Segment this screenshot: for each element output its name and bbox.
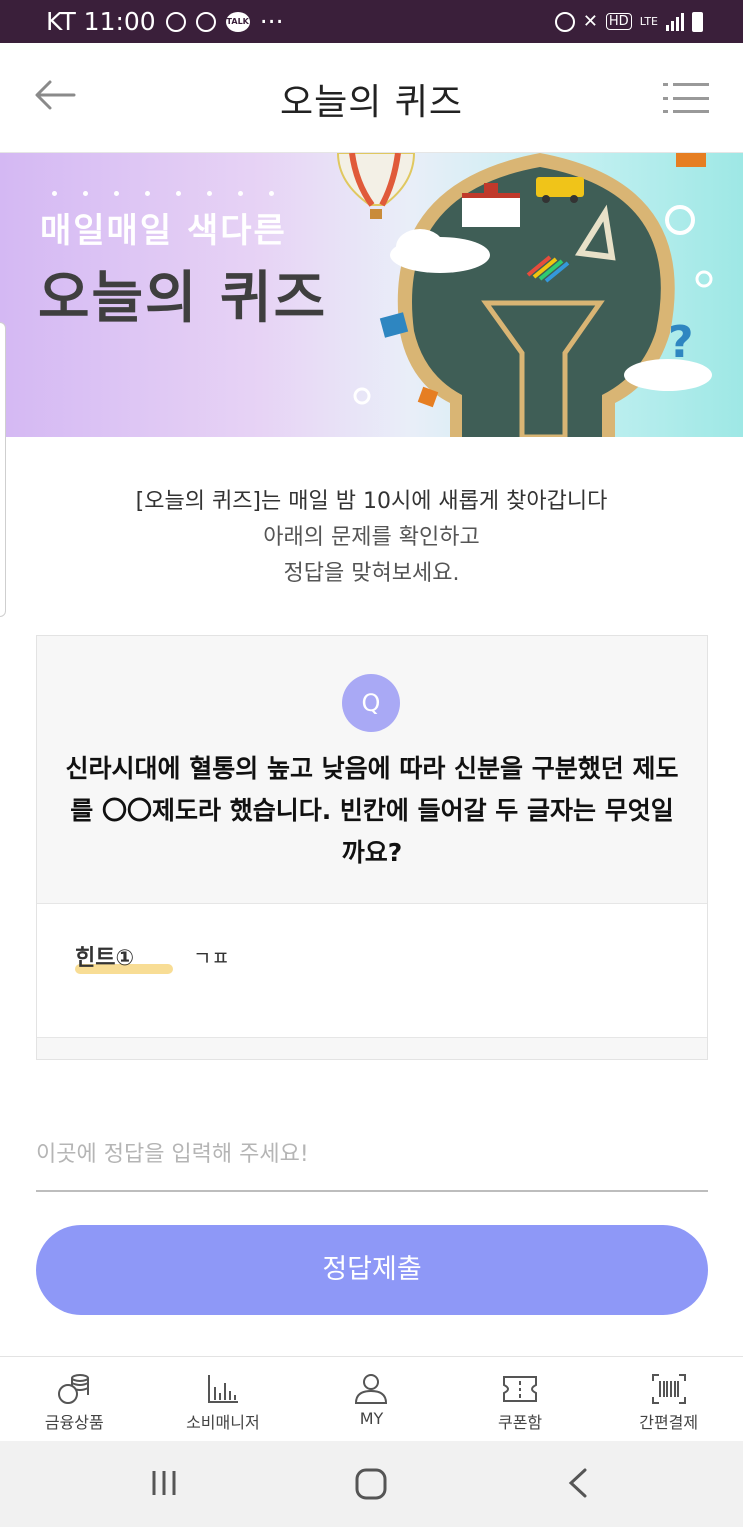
nav-label-spending-manager: 소비매니저 bbox=[186, 1413, 260, 1432]
home-button[interactable] bbox=[354, 1467, 388, 1501]
nav-label-easy-pay: 간편결제 bbox=[639, 1413, 699, 1432]
more-notifications-icon: ··· bbox=[259, 7, 284, 36]
balloon-icon bbox=[336, 153, 416, 219]
intro-line-3: 정답을 맞혀보세요. bbox=[283, 561, 460, 586]
bottom-nav: 금융상품 소비매니저 MY 쿠폰함 간편결제 bbox=[0, 1356, 743, 1441]
signal-icon bbox=[666, 12, 684, 31]
nav-item-easy-pay[interactable]: 간편결제 bbox=[594, 1357, 743, 1441]
quiz-card: Q 신라시대에 혈통의 높고 낮음에 따라 신분을 구분했던 제도를 〇〇제도라… bbox=[36, 635, 708, 1060]
svg-text:?: ? bbox=[668, 317, 694, 368]
clock-icon bbox=[195, 11, 216, 32]
menu-icon bbox=[663, 83, 709, 86]
intro-line-1: [오늘의 퀴즈]는 매일 밤 10시에 새롭게 찾아갑니다 bbox=[135, 489, 608, 514]
intro-line-2: 아래의 문제를 확인하고 bbox=[263, 525, 480, 550]
nav-item-spending-manager[interactable]: 소비매니저 bbox=[149, 1357, 298, 1441]
answer-input[interactable] bbox=[36, 1118, 708, 1192]
system-back-button[interactable] bbox=[566, 1467, 590, 1499]
nav-label-my: MY bbox=[359, 1409, 384, 1428]
hint-label: 힌트① bbox=[75, 946, 135, 971]
lightbulb-illustration: ? bbox=[336, 153, 713, 437]
nav-item-financial-products[interactable]: 금융상품 bbox=[0, 1357, 149, 1441]
person-icon bbox=[355, 1374, 388, 1404]
recent-apps-button[interactable] bbox=[148, 1467, 180, 1499]
status-bar: KT 11:00 TALK ··· ✕ HD LTE bbox=[0, 0, 743, 43]
status-left: KT 11:00 TALK ··· bbox=[46, 7, 284, 36]
nav-item-coupons[interactable]: 쿠폰함 bbox=[446, 1357, 595, 1441]
barcode-icon bbox=[651, 1374, 686, 1404]
submit-answer-button[interactable]: 정답제출 bbox=[36, 1225, 708, 1315]
header: 오늘의 퀴즈 bbox=[0, 43, 743, 153]
nav-item-my[interactable]: MY bbox=[297, 1357, 446, 1441]
quiz-banner: 매일매일 색다른 오늘의 퀴즈 ? bbox=[0, 153, 743, 437]
ticket-icon bbox=[503, 1376, 538, 1402]
battery-icon bbox=[692, 11, 703, 32]
alarm-icon bbox=[554, 11, 575, 32]
menu-button[interactable] bbox=[663, 83, 709, 113]
quiz-intro: [오늘의 퀴즈]는 매일 밤 10시에 새롭게 찾아갑니다 아래의 문제를 확인… bbox=[0, 484, 743, 592]
status-right: ✕ HD LTE bbox=[554, 11, 703, 32]
nav-label-financial-products: 금융상품 bbox=[44, 1413, 104, 1432]
nav-label-coupons: 쿠폰함 bbox=[497, 1413, 543, 1432]
notification-icon bbox=[165, 11, 186, 32]
page-title: 오늘의 퀴즈 bbox=[279, 82, 464, 123]
bar-chart-icon bbox=[207, 1375, 238, 1403]
hint-box: 힌트① ㄱㅍ bbox=[37, 903, 707, 1038]
mute-icon: ✕ bbox=[582, 11, 598, 32]
question-text: 신라시대에 혈통의 높고 낮음에 따라 신분을 구분했던 제도를 〇〇제도라 했… bbox=[65, 754, 679, 867]
lte-icon: LTE bbox=[639, 15, 658, 28]
hint-value: ㄱㅍ bbox=[193, 946, 230, 970]
carrier-time: KT 11:00 bbox=[46, 7, 156, 36]
system-navigation-bar bbox=[0, 1441, 743, 1527]
coins-icon bbox=[58, 1374, 90, 1404]
hd-icon: HD bbox=[605, 13, 632, 30]
kakaotalk-icon: TALK bbox=[225, 11, 250, 32]
question-badge: Q bbox=[342, 674, 400, 732]
